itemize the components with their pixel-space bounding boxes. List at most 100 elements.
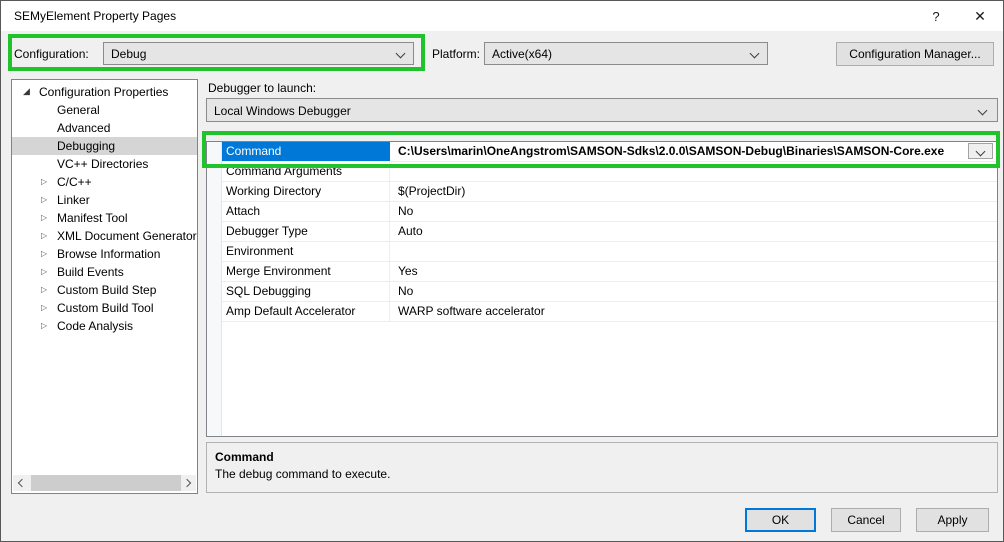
tree-item-linker[interactable]: ▷ Linker [12, 191, 197, 209]
collapsed-arrow-icon[interactable]: ▷ [41, 191, 57, 209]
platform-label: Platform: [432, 47, 480, 61]
configuration-tree-panel: ◢ Configuration Properties General Advan… [11, 79, 198, 494]
tree-horizontal-scrollbar[interactable] [13, 475, 196, 491]
property-row-attach[interactable]: Attach No [222, 202, 997, 222]
tree-item-build-events[interactable]: ▷ Build Events [12, 263, 197, 281]
property-row-command-arguments[interactable]: Command Arguments [222, 162, 997, 182]
property-name-cell: Command Arguments [222, 162, 390, 181]
tree-item-label: Custom Build Step [57, 281, 156, 299]
property-name-cell: Working Directory [222, 182, 390, 201]
property-row-debugger-type[interactable]: Debugger Type Auto [222, 222, 997, 242]
platform-dropdown-value: Active(x64) [492, 47, 552, 61]
tree-item-label: Custom Build Tool [57, 299, 154, 317]
property-name-cell: Debugger Type [222, 222, 390, 241]
window-title: SEMyElement Property Pages [14, 9, 176, 23]
title-bar: SEMyElement Property Pages ? ✕ [1, 1, 1003, 31]
tree-item-general[interactable]: General [12, 101, 197, 119]
tree-item-label: General [57, 101, 100, 119]
debugger-to-launch-label: Debugger to launch: [208, 81, 316, 95]
property-row-environment[interactable]: Environment [222, 242, 997, 262]
property-name-cell: SQL Debugging [222, 282, 390, 301]
tree-item-xml-document-generator[interactable]: ▷ XML Document Generator [12, 227, 197, 245]
collapsed-arrow-icon[interactable]: ▷ [41, 227, 57, 245]
property-row-command[interactable]: Command C:\Users\marin\OneAngstrom\SAMSO… [222, 142, 997, 162]
scrollbar-thumb[interactable] [31, 475, 181, 491]
command-value-dropdown-button[interactable] [968, 143, 993, 159]
property-row-sql-debugging[interactable]: SQL Debugging No [222, 282, 997, 302]
tree-item-advanced[interactable]: Advanced [12, 119, 197, 137]
configuration-manager-button[interactable]: Configuration Manager... [836, 42, 994, 66]
apply-button[interactable]: Apply [916, 508, 989, 532]
tree-item-label: Build Events [57, 263, 124, 281]
scroll-right-arrow-icon[interactable] [180, 475, 196, 491]
property-value-cell: Yes [390, 262, 997, 281]
tree-item-browse-information[interactable]: ▷ Browse Information [12, 245, 197, 263]
property-name-cell: Environment [222, 242, 390, 261]
property-name-cell: Command [222, 142, 390, 161]
tree-item-custom-build-tool[interactable]: ▷ Custom Build Tool [12, 299, 197, 317]
close-icon[interactable]: ✕ [969, 7, 991, 27]
ok-button[interactable]: OK [745, 508, 816, 532]
expanded-arrow-icon[interactable]: ◢ [23, 83, 39, 101]
property-value-cell: Auto [390, 222, 997, 241]
description-title: Command [215, 450, 997, 464]
tree-item-debugging[interactable]: Debugging [12, 137, 197, 155]
chevron-down-icon [750, 49, 760, 59]
property-row-merge-environment[interactable]: Merge Environment Yes [222, 262, 997, 282]
scroll-left-arrow-icon[interactable] [13, 475, 29, 491]
property-value-cell: WARP software accelerator [390, 302, 997, 321]
collapsed-arrow-icon[interactable]: ▷ [41, 209, 57, 227]
chevron-down-icon [396, 49, 406, 59]
tree-item-label: Debugging [57, 137, 115, 155]
tree-item-label: Advanced [57, 119, 110, 137]
collapsed-arrow-icon[interactable]: ▷ [41, 281, 57, 299]
property-pages-dialog: SEMyElement Property Pages ? ✕ Configura… [0, 0, 1004, 542]
property-value-cell [390, 162, 997, 181]
property-value-cell: No [390, 282, 997, 301]
property-value-cell: C:\Users\marin\OneAngstrom\SAMSON-Sdks\2… [390, 142, 997, 161]
tree-item-c-c[interactable]: ▷ C/C++ [12, 173, 197, 191]
tree-item-label: Manifest Tool [57, 209, 127, 227]
tree-item-label: Code Analysis [57, 317, 133, 335]
tree-item-code-analysis[interactable]: ▷ Code Analysis [12, 317, 197, 335]
collapsed-arrow-icon[interactable]: ▷ [41, 263, 57, 281]
property-row-list: Command C:\Users\marin\OneAngstrom\SAMSO… [222, 142, 997, 322]
tree-item-vc-directories[interactable]: VC++ Directories [12, 155, 197, 173]
configuration-dropdown-value: Debug [111, 47, 146, 61]
help-icon[interactable]: ? [925, 7, 947, 27]
property-row-working-directory[interactable]: Working Directory $(ProjectDir) [222, 182, 997, 202]
collapsed-arrow-icon[interactable]: ▷ [41, 317, 57, 335]
chevron-down-icon [976, 147, 986, 157]
debugger-dropdown[interactable]: Local Windows Debugger [206, 98, 998, 122]
property-value-cell: $(ProjectDir) [390, 182, 997, 201]
tree-item-list: ◢ Configuration Properties General Advan… [12, 80, 197, 335]
tree-item-manifest-tool[interactable]: ▷ Manifest Tool [12, 209, 197, 227]
chevron-down-icon [978, 106, 988, 116]
property-row-amp-default-accelerator[interactable]: Amp Default Accelerator WARP software ac… [222, 302, 997, 322]
tree-item-label: Browse Information [57, 245, 160, 263]
property-grid: Command C:\Users\marin\OneAngstrom\SAMSO… [206, 141, 998, 437]
collapsed-arrow-icon[interactable]: ▷ [41, 299, 57, 317]
tree-item-label: Linker [57, 191, 90, 209]
tree-item-label: XML Document Generator [57, 227, 197, 245]
tree-item-label: VC++ Directories [57, 155, 148, 173]
tree-item-label: C/C++ [57, 173, 92, 191]
property-value-cell [390, 242, 997, 261]
tree-item-label: Configuration Properties [39, 83, 168, 101]
property-value-cell: No [390, 202, 997, 221]
tree-item-configuration-properties[interactable]: ◢ Configuration Properties [12, 83, 197, 101]
tree-item-custom-build-step[interactable]: ▷ Custom Build Step [12, 281, 197, 299]
property-name-cell: Amp Default Accelerator [222, 302, 390, 321]
cancel-button[interactable]: Cancel [831, 508, 901, 532]
collapsed-arrow-icon[interactable]: ▷ [41, 173, 57, 191]
description-text: The debug command to execute. [215, 467, 997, 481]
property-name-cell: Attach [222, 202, 390, 221]
property-name-cell: Merge Environment [222, 262, 390, 281]
description-panel: Command The debug command to execute. [206, 442, 998, 493]
grid-margin-column [207, 142, 222, 436]
configuration-dropdown[interactable]: Debug [103, 42, 414, 65]
debugger-dropdown-value: Local Windows Debugger [214, 104, 351, 118]
configuration-label: Configuration: [14, 47, 89, 61]
platform-dropdown[interactable]: Active(x64) [484, 42, 768, 65]
collapsed-arrow-icon[interactable]: ▷ [41, 245, 57, 263]
